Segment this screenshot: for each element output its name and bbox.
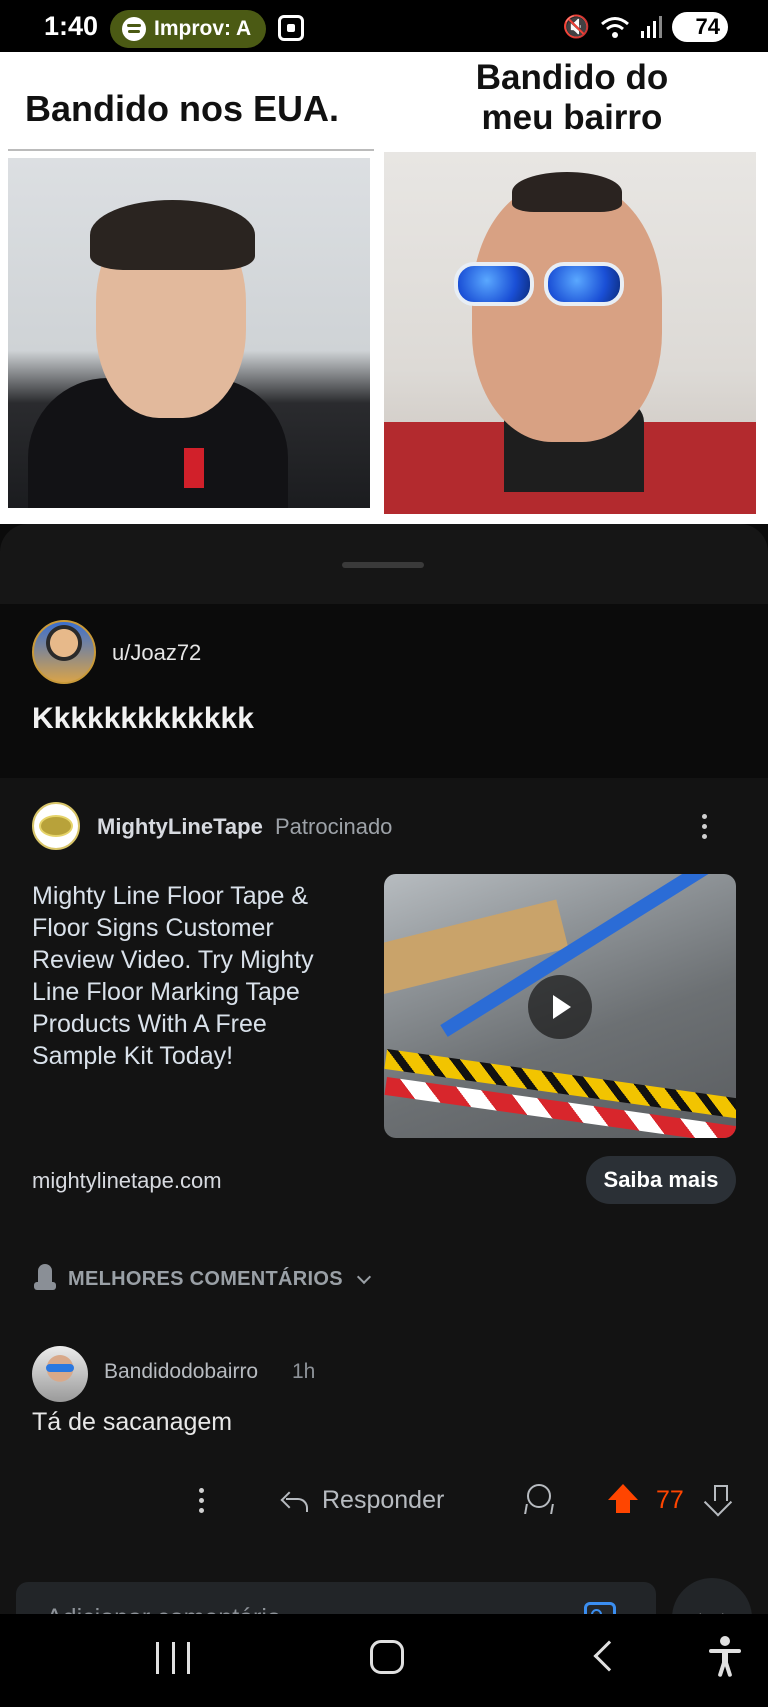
photo-right [384, 152, 756, 514]
comments-sheet: u/Joaz72 Kkkkkkkkkkkkk MightyLineTape Pa… [0, 524, 768, 1707]
kebab-icon[interactable] [689, 806, 719, 846]
sheet-header[interactable] [0, 524, 768, 604]
comment-timestamp: 1h [292, 1360, 316, 1383]
status-time: 1:40 [44, 11, 99, 41]
vote-count: 77 [656, 1486, 684, 1514]
home-icon[interactable] [370, 1640, 404, 1674]
media-title: Improv: A [154, 17, 252, 40]
advertiser-name[interactable]: MightyLineTape [97, 814, 263, 840]
post-title: Kkkkkkkkkkkkk [32, 702, 254, 735]
system-nav-bar [0, 1614, 768, 1707]
meme-caption-right: Bandido do meu bairro [475, 58, 669, 137]
promoted-post: MightyLineTape Patrocinado Mighty Line F… [0, 778, 768, 1707]
status-icons: 🔇 74 [563, 12, 728, 42]
post-header: u/Joaz72 Kkkkkkkkkkkkk [0, 604, 768, 760]
media-pill[interactable]: Improv: A [110, 10, 266, 48]
wifi-icon [601, 17, 629, 38]
post-image[interactable]: Bandido nos EUA. Bandido do meu bairro [0, 52, 768, 524]
face-right [472, 182, 662, 442]
sort-label: MELHORES COMENTÁRIOS [68, 1267, 343, 1290]
screenshot-icon [278, 15, 304, 41]
signal-icon [641, 16, 662, 38]
hair-right [512, 172, 622, 212]
caption-underline [8, 149, 374, 151]
kebab-icon[interactable] [186, 1480, 216, 1520]
comment-body: Tá de sacanagem [32, 1408, 233, 1436]
mute-icon: 🔇 [562, 14, 590, 39]
sunglasses [454, 262, 624, 306]
reply-label: Responder [322, 1485, 445, 1514]
avatar[interactable] [32, 620, 96, 684]
comment-sort[interactable]: MELHORES COMENTÁRIOS [32, 1264, 371, 1294]
status-bar: 1:40 Improv: A 🔇 74 [0, 0, 768, 52]
advertiser-logo[interactable] [32, 802, 80, 850]
reply-icon [280, 1490, 308, 1512]
comment-actions: Responder 77 [0, 1476, 768, 1524]
ad-video-thumbnail[interactable] [384, 874, 736, 1138]
spotify-icon [122, 17, 146, 41]
tie [184, 448, 204, 488]
play-icon[interactable] [528, 975, 592, 1039]
meme-caption-left: Bandido nos EUA. [25, 88, 339, 129]
back-icon[interactable] [593, 1640, 625, 1672]
reply-button[interactable]: Responder [280, 1476, 444, 1524]
award-icon[interactable] [522, 1484, 552, 1516]
ad-headline[interactable]: Mighty Line Floor Tape & Floor Signs Cus… [32, 880, 352, 1072]
downvote-icon[interactable] [706, 1484, 736, 1516]
battery-indicator: 74 [672, 12, 728, 42]
post-username[interactable]: u/Joaz72 [112, 640, 201, 666]
accessibility-icon[interactable] [708, 1636, 742, 1678]
avatar[interactable] [32, 1346, 88, 1402]
rocket-icon [32, 1264, 58, 1294]
chevron-down-icon [356, 1269, 371, 1285]
comment-username[interactable]: Bandidodobairro [104, 1360, 258, 1384]
ad-domain[interactable]: mightylinetape.com [32, 1168, 222, 1194]
learn-more-button[interactable]: Saiba mais [586, 1156, 736, 1204]
hair-left [90, 200, 255, 270]
sponsored-label: Patrocinado [275, 814, 393, 839]
drag-handle[interactable] [342, 562, 424, 568]
recents-icon[interactable] [156, 1642, 190, 1676]
upvote-icon[interactable] [608, 1484, 638, 1516]
photo-left [8, 158, 370, 508]
